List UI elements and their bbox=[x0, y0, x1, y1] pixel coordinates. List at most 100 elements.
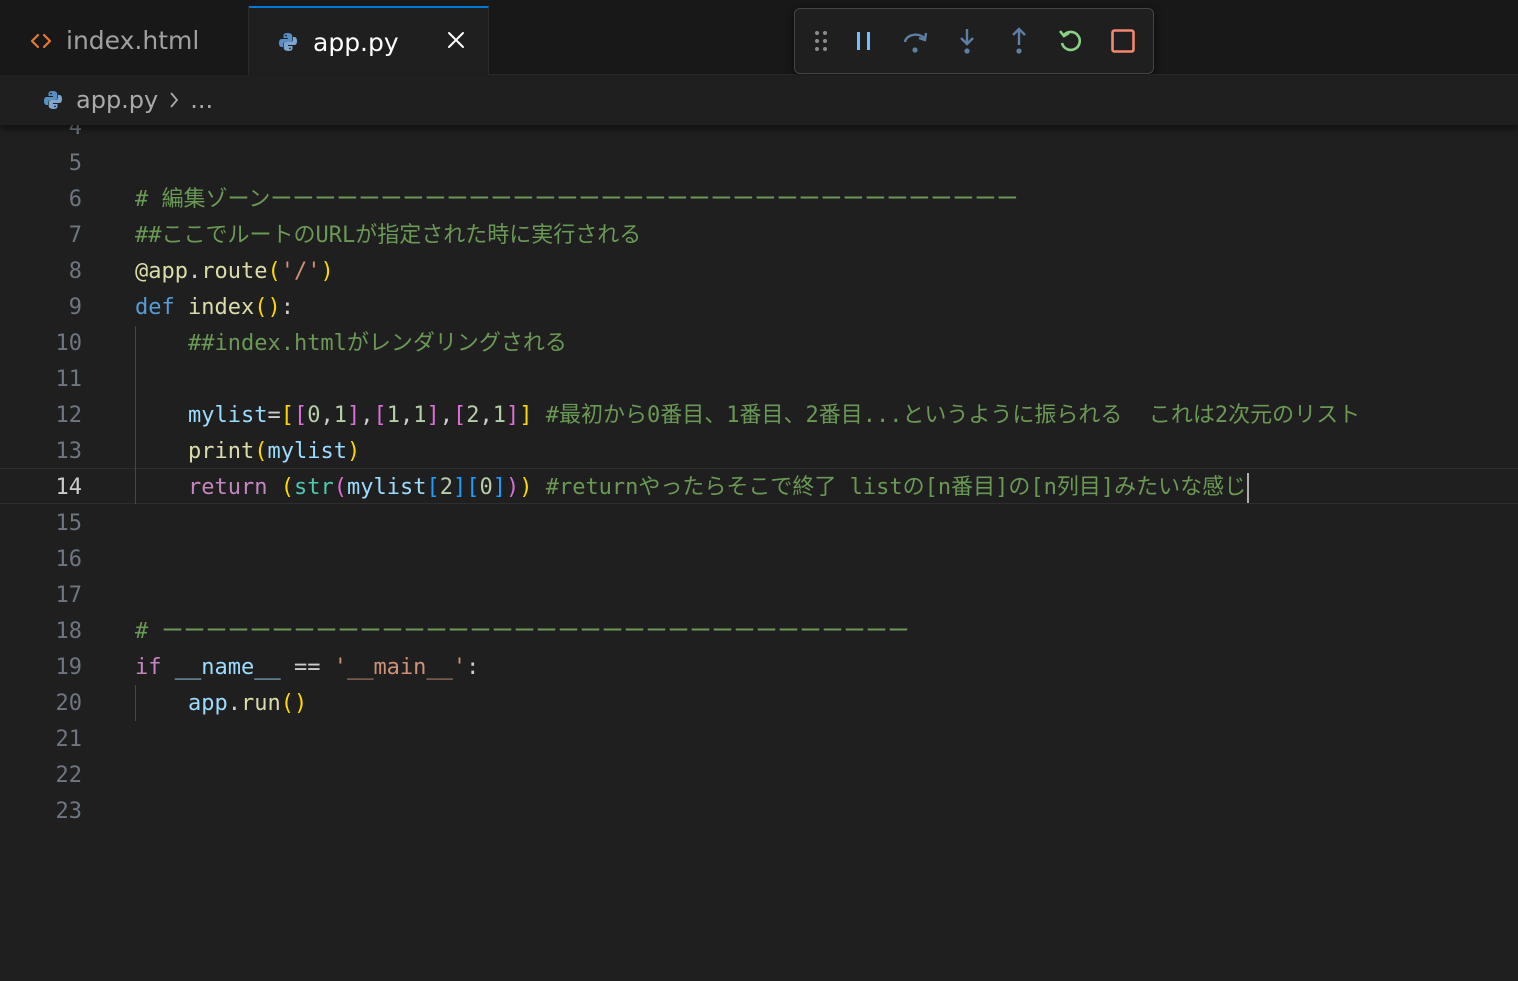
code-line[interactable]: 15 bbox=[0, 506, 1518, 542]
code-token: ( bbox=[254, 439, 268, 464]
code-line[interactable]: 16 bbox=[0, 542, 1518, 578]
code-token: print bbox=[187, 439, 255, 464]
code-token: , bbox=[360, 403, 374, 428]
code-token: ) bbox=[320, 259, 334, 284]
line-number: 12 bbox=[55, 403, 83, 428]
code-token: == bbox=[280, 655, 334, 680]
code-token: , bbox=[399, 403, 414, 428]
drag-handle-icon[interactable] bbox=[809, 23, 833, 59]
code-line[interactable]: 19 if __name__ == '__main__': bbox=[0, 650, 1518, 686]
code-line[interactable]: 14 return (str(mylist[2][0])) #returnやった… bbox=[0, 470, 1518, 506]
code-line[interactable]: 7 ##ここでルートのURLが指定された時に実行される bbox=[0, 218, 1518, 254]
code-token: mylist bbox=[267, 439, 347, 464]
breadcrumb-symbol[interactable]: ... bbox=[190, 86, 213, 114]
code-token: 1 bbox=[333, 403, 347, 428]
code-token: #returnやったらそこで終了 listの[n番目]の[n列目]みたいな感じ bbox=[545, 475, 1247, 500]
code-token: str bbox=[293, 475, 334, 500]
code-text: if __name__ == '__main__': bbox=[135, 650, 479, 686]
line-number: 16 bbox=[55, 547, 83, 572]
python-icon bbox=[42, 89, 64, 111]
line-number: 18 bbox=[55, 619, 83, 644]
tab-label: index.html bbox=[66, 26, 200, 55]
code-line[interactable]: 20 app.run() bbox=[0, 686, 1518, 722]
code-token: ( bbox=[333, 475, 347, 500]
code-token: . bbox=[227, 691, 241, 716]
code-token: . bbox=[187, 259, 202, 284]
tab-index-html[interactable]: index.html bbox=[0, 6, 249, 75]
code-text: def index(): bbox=[135, 290, 294, 326]
code-token: @app bbox=[135, 259, 188, 284]
code-token: if bbox=[135, 655, 162, 680]
breadcrumb: app.py ... bbox=[0, 75, 1518, 125]
tab-app-py[interactable]: app.py bbox=[249, 6, 489, 76]
code-line[interactable]: 12 mylist=[[0,1],[1,1],[2,1]] #最初から0番目、1… bbox=[0, 398, 1518, 434]
step-out-icon[interactable] bbox=[1001, 23, 1037, 59]
tab-label: app.py bbox=[313, 27, 399, 57]
code-token: # ーーーーーーーーーーーーーーーーーーーーーーーーーーーーーーーーーー bbox=[135, 619, 910, 644]
code-token: () bbox=[280, 691, 308, 716]
code-line[interactable]: 17 bbox=[0, 578, 1518, 614]
code-token: # 編集ゾーンーーーーーーーーーーーーーーーーーーーーーーーーーーーーーーーーー… bbox=[135, 187, 1019, 212]
code-token: return bbox=[187, 475, 268, 500]
code-token: : bbox=[280, 295, 294, 320]
code-token: , bbox=[479, 403, 493, 428]
code-token: route bbox=[201, 259, 268, 284]
code-token: ##index.htmlがレンダリングされる bbox=[187, 331, 567, 356]
code-token: : bbox=[466, 655, 480, 680]
code-text: return (str(mylist[2][0])) #returnやったらそこ… bbox=[135, 470, 1250, 506]
code-token: '__main__' bbox=[333, 655, 467, 680]
code-text: mylist=[[0,1],[1,1],[2,1]] #最初から0番目、1番目、… bbox=[135, 398, 1360, 434]
code-token: [ bbox=[280, 403, 294, 428]
line-number: 13 bbox=[55, 439, 83, 464]
code-text: ##index.htmlがレンダリングされる bbox=[135, 326, 567, 362]
restart-icon[interactable] bbox=[1053, 23, 1089, 59]
python-icon bbox=[277, 31, 299, 53]
code-line[interactable]: 22 bbox=[0, 758, 1518, 794]
code-line[interactable]: 10 ##index.htmlがレンダリングされる bbox=[0, 326, 1518, 362]
code-token: 1 bbox=[492, 403, 506, 428]
code-token: ##ここでルートのURLが指定された時に実行される bbox=[135, 223, 642, 248]
code-line[interactable]: 18 # ーーーーーーーーーーーーーーーーーーーーーーーーーーーーーーーーーー bbox=[0, 614, 1518, 650]
code-token: = bbox=[267, 403, 281, 428]
line-number: 14 bbox=[55, 475, 83, 500]
pause-icon[interactable] bbox=[846, 23, 882, 59]
code-token: index bbox=[187, 295, 255, 320]
code-token: ] bbox=[505, 403, 520, 428]
code-token: () bbox=[254, 295, 281, 320]
code-line[interactable]: 13 print(mylist) bbox=[0, 434, 1518, 470]
line-number: 8 bbox=[68, 259, 82, 284]
line-number: 23 bbox=[55, 799, 83, 824]
code-line[interactable]: 6 # 編集ゾーンーーーーーーーーーーーーーーーーーーーーーーーーーーーーーーーー… bbox=[0, 182, 1518, 218]
code-token: [ bbox=[293, 403, 308, 428]
step-into-icon[interactable] bbox=[949, 23, 985, 59]
code-token: [ bbox=[373, 403, 387, 428]
line-number: 20 bbox=[55, 691, 83, 716]
line-number: 22 bbox=[55, 763, 83, 788]
code-line[interactable]: 11 bbox=[0, 362, 1518, 398]
code-line[interactable]: 23 bbox=[0, 794, 1518, 830]
code-token: ] bbox=[452, 475, 467, 500]
code-line[interactable]: 21 bbox=[0, 722, 1518, 758]
code-token: ] bbox=[492, 475, 506, 500]
code-editor[interactable]: 4 5 6 # 編集ゾーンーーーーーーーーーーーーーーーーーーーーーーーーーーーーーー… bbox=[0, 110, 1518, 981]
line-number: 6 bbox=[68, 187, 82, 212]
code-line[interactable]: 9 def index(): bbox=[0, 290, 1518, 326]
line-number: 21 bbox=[55, 727, 83, 752]
html-code-icon bbox=[30, 31, 52, 51]
code-line[interactable]: 8 @app.route('/') bbox=[0, 254, 1518, 290]
code-token: app bbox=[187, 691, 228, 716]
code-line[interactable]: 5 bbox=[0, 146, 1518, 182]
close-icon[interactable] bbox=[442, 26, 470, 54]
step-over-icon[interactable] bbox=[897, 23, 933, 59]
code-token: #最初から0番目、1番目、2番目...というように振られる これは2次元のリスト bbox=[545, 403, 1361, 428]
breadcrumb-file[interactable]: app.py bbox=[76, 86, 158, 114]
code-token: 2 bbox=[466, 403, 480, 428]
stop-icon[interactable] bbox=[1105, 23, 1141, 59]
line-number: 9 bbox=[68, 295, 82, 320]
code-token: , bbox=[320, 403, 334, 428]
